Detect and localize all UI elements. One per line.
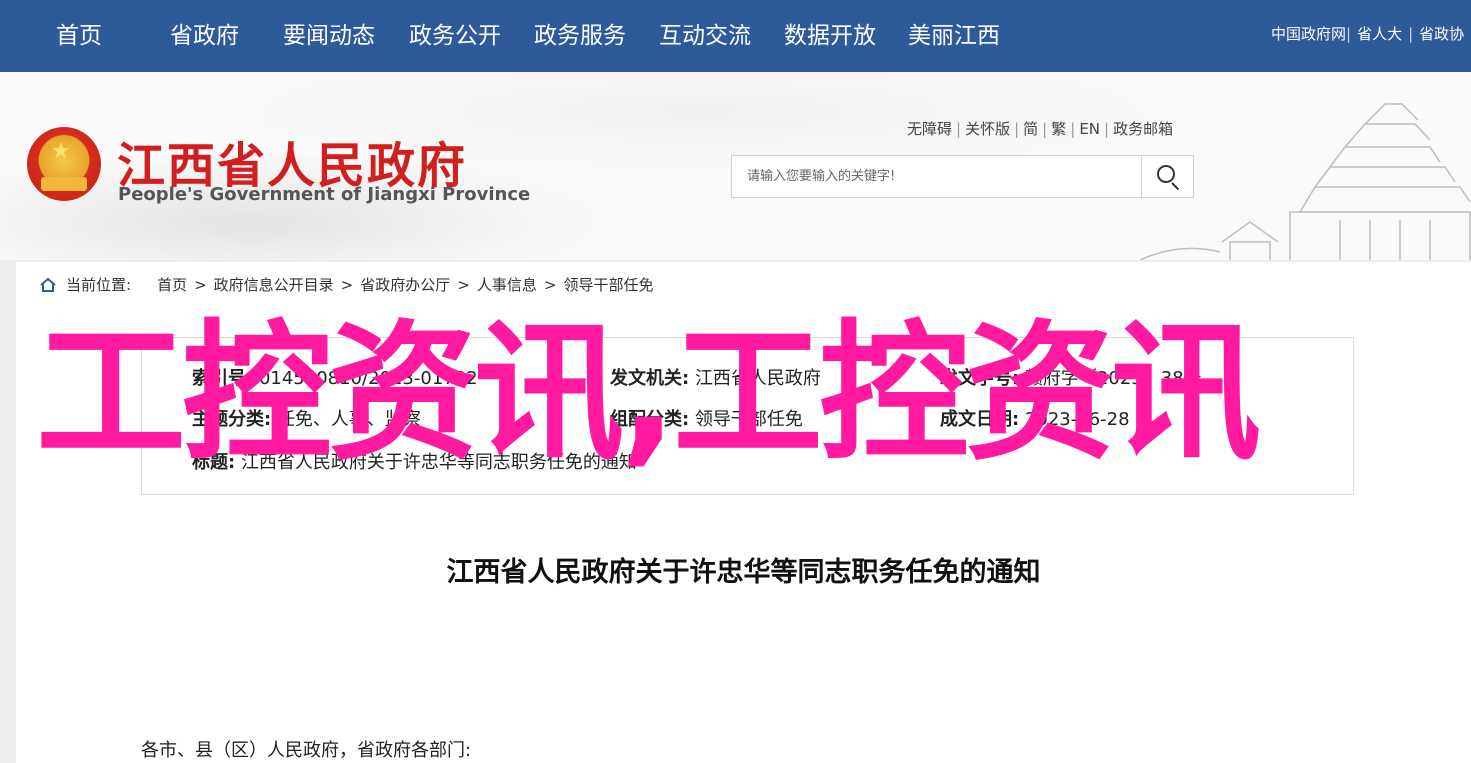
nav-item-provincial-government[interactable]: 省政府 <box>170 21 239 51</box>
nav-item-beautiful-jiangxi[interactable]: 美丽江西 <box>908 21 1000 51</box>
page: 首页 省政府 要闻动态 政务公开 政务服务 互动交流 数据开放 美丽江西 中国政… <box>0 0 1471 763</box>
link-provincial-cppcc[interactable]: 省政协 <box>1419 25 1464 43</box>
utility-links: 无障碍 | 关怀版 | 简 | 繁 | EN | 政务邮箱 <box>907 120 1174 138</box>
breadcrumb-general-office[interactable]: 省政府办公厅 <box>360 276 450 294</box>
nav-item-open-government[interactable]: 政务公开 <box>409 21 501 51</box>
top-nav: 首页 省政府 要闻动态 政务公开 政务服务 互动交流 数据开放 美丽江西 中国政… <box>0 0 1471 72</box>
breadcrumb-appointments[interactable]: 领导干部任免 <box>563 276 653 294</box>
pagoda-illustration <box>1140 103 1471 260</box>
watermark-overlay: 工控资讯,工控资讯 <box>36 307 1261 481</box>
link-china-gov[interactable]: 中国政府网 <box>1271 25 1346 43</box>
link-provincial-congress[interactable]: 省人大 <box>1357 25 1402 43</box>
breadcrumb-home[interactable]: 首页 <box>157 276 187 294</box>
link-traditional[interactable]: 繁 <box>1051 120 1066 138</box>
document-salutation: 各市、县（区）人民政府，省政府各部门: <box>141 740 472 761</box>
site-subtitle: People's Government of Jiangxi Province <box>118 184 531 205</box>
link-english[interactable]: EN <box>1079 120 1100 138</box>
breadcrumb-personnel[interactable]: 人事信息 <box>477 276 537 294</box>
content-panel: 当前位置: 首页 > 政府信息公开目录 > 省政府办公厅 > 人事信息 > 领导干部任免 索引号:… <box>16 262 1471 763</box>
nav-item-home[interactable]: 首页 <box>56 21 102 51</box>
search-input[interactable] <box>732 156 1142 197</box>
nav-item-interaction[interactable]: 互动交流 <box>659 21 751 51</box>
nav-item-services[interactable]: 政务服务 <box>534 21 626 51</box>
top-right-links: 中国政府网| 省人大 | 省政协 <box>1271 25 1465 43</box>
search-box <box>731 155 1194 198</box>
nav-item-news[interactable]: 要闻动态 <box>283 21 375 51</box>
link-accessibility[interactable]: 无障碍 <box>907 120 952 138</box>
link-simplified[interactable]: 简 <box>1023 120 1038 138</box>
breadcrumb: 当前位置: 首页 > 政府信息公开目录 > 省政府办公厅 > 人事信息 > 领导干部任免 <box>40 274 653 295</box>
site-header: ★ 江西省人民政府 People's Government of Jiangxi… <box>0 72 1471 260</box>
breadcrumb-info-catalog[interactable]: 政府信息公开目录 <box>214 276 334 294</box>
nav-item-open-data[interactable]: 数据开放 <box>784 21 876 51</box>
home-icon <box>40 278 56 292</box>
national-emblem-icon: ★ <box>27 127 101 201</box>
link-elder-mode[interactable]: 关怀版 <box>965 120 1010 138</box>
breadcrumb-label: 当前位置: <box>66 276 132 294</box>
document-title: 江西省人民政府关于许忠华等同志职务任免的通知 <box>446 557 1041 588</box>
